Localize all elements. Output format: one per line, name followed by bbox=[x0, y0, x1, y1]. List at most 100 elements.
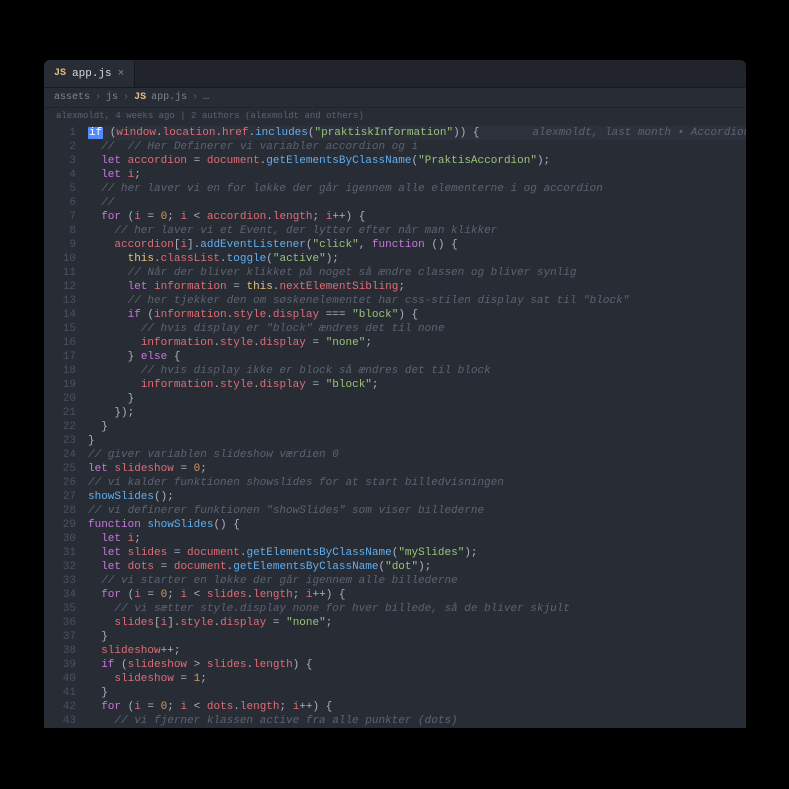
chevron-right-icon: › bbox=[192, 91, 198, 105]
line-number: 4 bbox=[44, 168, 88, 182]
line-number: 24 bbox=[44, 448, 88, 462]
breadcrumb-part[interactable]: js bbox=[106, 91, 118, 105]
code-line[interactable]: let accordion = document.getElementsByCl… bbox=[88, 154, 746, 168]
line-number: 36 bbox=[44, 616, 88, 630]
line-number: 42 bbox=[44, 700, 88, 714]
line-number: 29 bbox=[44, 518, 88, 532]
line-number-gutter: 1234567891011121314151617181920212223242… bbox=[44, 124, 88, 728]
code-line[interactable]: // vi fjerner klassen active fra alle pu… bbox=[88, 714, 746, 728]
code-line[interactable]: if (slideshow > slides.length) { bbox=[88, 658, 746, 672]
line-number: 11 bbox=[44, 266, 88, 280]
line-number: 37 bbox=[44, 630, 88, 644]
line-number: 22 bbox=[44, 420, 88, 434]
code-line[interactable]: // // Her Definerer vi variabler accordi… bbox=[88, 140, 746, 154]
code-line[interactable]: // vi kalder funktionen showslides for a… bbox=[88, 476, 746, 490]
code-line[interactable]: } else { bbox=[88, 350, 746, 364]
line-number: 19 bbox=[44, 378, 88, 392]
code-line[interactable]: for (i = 0; i < accordion.length; i++) { bbox=[88, 210, 746, 224]
code-line[interactable]: // giver variablen slideshow værdien 0 bbox=[88, 448, 746, 462]
line-number: 1 bbox=[44, 126, 88, 140]
line-number: 39 bbox=[44, 658, 88, 672]
code-line[interactable]: information.style.display = "none"; bbox=[88, 336, 746, 350]
line-number: 33 bbox=[44, 574, 88, 588]
code-line[interactable]: } bbox=[88, 686, 746, 700]
line-number: 27 bbox=[44, 490, 88, 504]
breadcrumb[interactable]: assets › js › JS app.js › … bbox=[44, 88, 746, 108]
line-number: 34 bbox=[44, 588, 88, 602]
code-line[interactable]: for (i = 0; i < slides.length; i++) { bbox=[88, 588, 746, 602]
line-number: 31 bbox=[44, 546, 88, 560]
code-content[interactable]: if (window.location.href.includes("prakt… bbox=[88, 124, 746, 728]
line-number: 28 bbox=[44, 504, 88, 518]
line-number: 14 bbox=[44, 308, 88, 322]
chevron-right-icon: › bbox=[123, 91, 129, 105]
code-line[interactable]: } bbox=[88, 392, 746, 406]
line-number: 38 bbox=[44, 644, 88, 658]
line-number: 26 bbox=[44, 476, 88, 490]
tab-filename: app.js bbox=[72, 67, 112, 81]
line-number: 32 bbox=[44, 560, 88, 574]
code-line[interactable]: accordion[i].addEventListener("click", f… bbox=[88, 238, 746, 252]
code-line[interactable]: function showSlides() { bbox=[88, 518, 746, 532]
code-line[interactable]: let dots = document.getElementsByClassNa… bbox=[88, 560, 746, 574]
code-line[interactable]: // her laver vi et Event, der lytter eft… bbox=[88, 224, 746, 238]
chevron-right-icon: › bbox=[95, 91, 101, 105]
code-line[interactable]: // hvis display er "block" ændres det ti… bbox=[88, 322, 746, 336]
line-number: 23 bbox=[44, 434, 88, 448]
code-area[interactable]: 1234567891011121314151617181920212223242… bbox=[44, 124, 746, 728]
code-line[interactable]: // her laver vi en for løkke der går ige… bbox=[88, 182, 746, 196]
breadcrumb-tail[interactable]: … bbox=[203, 91, 209, 105]
code-line[interactable]: showSlides(); bbox=[88, 490, 746, 504]
line-number: 8 bbox=[44, 224, 88, 238]
code-line[interactable]: // bbox=[88, 196, 746, 210]
code-line[interactable]: } bbox=[88, 630, 746, 644]
js-file-icon: JS bbox=[134, 91, 146, 105]
line-number: 41 bbox=[44, 686, 88, 700]
line-number: 16 bbox=[44, 336, 88, 350]
code-line[interactable]: if (window.location.href.includes("prakt… bbox=[88, 126, 746, 140]
line-number: 21 bbox=[44, 406, 88, 420]
code-line[interactable]: // vi starter en løkke der går igennem a… bbox=[88, 574, 746, 588]
line-number: 12 bbox=[44, 280, 88, 294]
code-line[interactable]: this.classList.toggle("active"); bbox=[88, 252, 746, 266]
line-number: 10 bbox=[44, 252, 88, 266]
code-line[interactable]: // her tjekker den om søskenelementet ha… bbox=[88, 294, 746, 308]
code-line[interactable]: if (information.style.display === "block… bbox=[88, 308, 746, 322]
tab-bar: JS app.js × bbox=[44, 60, 746, 88]
code-line[interactable]: slideshow = 1; bbox=[88, 672, 746, 686]
line-number: 18 bbox=[44, 364, 88, 378]
line-number: 43 bbox=[44, 714, 88, 728]
line-number: 9 bbox=[44, 238, 88, 252]
code-line[interactable]: } bbox=[88, 420, 746, 434]
code-line[interactable]: }); bbox=[88, 406, 746, 420]
code-line[interactable]: let i; bbox=[88, 168, 746, 182]
tab-app-js[interactable]: JS app.js × bbox=[44, 60, 135, 87]
code-line[interactable]: information.style.display = "block"; bbox=[88, 378, 746, 392]
close-icon[interactable]: × bbox=[118, 67, 125, 81]
code-line[interactable]: } bbox=[88, 434, 746, 448]
line-number: 3 bbox=[44, 154, 88, 168]
code-line[interactable]: let i; bbox=[88, 532, 746, 546]
code-line[interactable]: // vi sætter style.display none for hver… bbox=[88, 602, 746, 616]
breadcrumb-file[interactable]: app.js bbox=[151, 91, 187, 105]
code-line[interactable]: for (i = 0; i < dots.length; i++) { bbox=[88, 700, 746, 714]
code-line[interactable]: // hvis display ikke er block så ændres … bbox=[88, 364, 746, 378]
editor-window: JS app.js × assets › js › JS app.js › … … bbox=[44, 60, 746, 728]
inline-git-blame: alexmoldt, last month • Accordions … bbox=[532, 127, 746, 139]
breadcrumb-part[interactable]: assets bbox=[54, 91, 90, 105]
code-line[interactable]: // vi definerer funktionen "showSlides" … bbox=[88, 504, 746, 518]
git-blame-header: alexmoldt, 4 weeks ago | 2 authors (alex… bbox=[44, 108, 746, 124]
line-number: 7 bbox=[44, 210, 88, 224]
line-number: 2 bbox=[44, 140, 88, 154]
line-number: 35 bbox=[44, 602, 88, 616]
code-line[interactable]: let slides = document.getElementsByClass… bbox=[88, 546, 746, 560]
code-line[interactable]: // Når der bliver klikket på noget så æn… bbox=[88, 266, 746, 280]
line-number: 5 bbox=[44, 182, 88, 196]
code-line[interactable]: let slideshow = 0; bbox=[88, 462, 746, 476]
code-line[interactable]: slideshow++; bbox=[88, 644, 746, 658]
line-number: 17 bbox=[44, 350, 88, 364]
code-line[interactable]: slides[i].style.display = "none"; bbox=[88, 616, 746, 630]
code-line[interactable]: let information = this.nextElementSiblin… bbox=[88, 280, 746, 294]
line-number: 40 bbox=[44, 672, 88, 686]
line-number: 20 bbox=[44, 392, 88, 406]
